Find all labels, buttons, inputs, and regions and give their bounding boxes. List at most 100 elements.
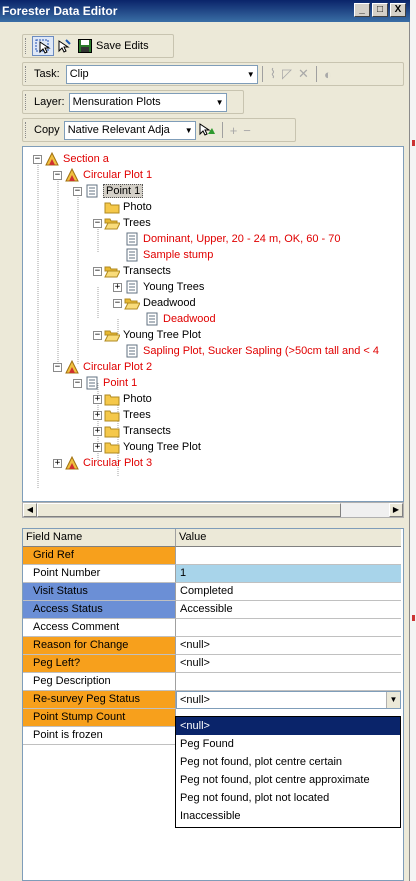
minimize-button[interactable]: _ (354, 3, 370, 17)
field-name-cell[interactable]: Peg Left? (23, 655, 176, 673)
value-header[interactable]: Value (176, 529, 401, 547)
tree-node[interactable]: + Circular Plot 3 (53, 455, 152, 471)
layer-select[interactable]: Mensuration Plots ▼ (68, 92, 227, 112)
field-name-cell[interactable]: Point Stump Count (23, 709, 176, 727)
field-value-cell[interactable]: Completed (176, 583, 401, 601)
copy-select[interactable]: Native Relevant Adja ▼ (63, 120, 196, 140)
field-name-cell[interactable]: Access Comment (23, 619, 176, 637)
tree-node[interactable]: Dominant, Upper, 20 - 24 m, OK, 60 - 70 (113, 231, 340, 247)
tree-node[interactable]: − Deadwood (113, 295, 196, 311)
tree-horizontal-scrollbar[interactable]: ◀ ▶ (22, 502, 404, 518)
tree-node[interactable]: Deadwood (133, 311, 216, 327)
collapse-icon[interactable]: − (93, 218, 102, 228)
open-folder-icon (104, 216, 120, 230)
tree-node[interactable]: − Circular Plot 1 (53, 167, 152, 183)
expand-icon[interactable]: + (93, 426, 102, 436)
toolbar-grip[interactable] (25, 38, 29, 54)
document-icon (144, 312, 160, 326)
field-value-cell[interactable] (176, 547, 401, 565)
toolbar-grip[interactable] (25, 122, 29, 138)
tree-node[interactable]: − Section a (33, 151, 109, 167)
collapse-icon[interactable]: − (93, 266, 102, 276)
tree-node[interactable]: − Trees (93, 215, 151, 231)
tree-node-label: Young Tree Plot (123, 329, 201, 341)
scroll-left-icon[interactable]: ◀ (23, 503, 37, 517)
field-name-header[interactable]: Field Name (23, 529, 176, 547)
field-value-cell[interactable]: 1 (176, 565, 401, 583)
tree-node[interactable]: − Circular Plot 2 (53, 359, 152, 375)
task-select[interactable]: Clip ▼ (65, 64, 258, 84)
tree-node[interactable]: + Young Trees (113, 279, 204, 295)
field-value-cell[interactable]: Accessible (176, 601, 401, 619)
toolbar-grip[interactable] (25, 66, 29, 82)
field-name-cell[interactable]: Peg Description (23, 673, 176, 691)
collapse-icon[interactable]: − (73, 186, 82, 196)
tree-node-label: Transects (123, 265, 171, 277)
expand-icon[interactable]: + (93, 442, 102, 452)
expand-icon[interactable]: + (93, 394, 102, 404)
save-edits-button[interactable]: Save Edits (74, 36, 153, 56)
field-name-cell[interactable]: Point is frozen (23, 727, 176, 745)
toolbar-grip[interactable] (25, 94, 29, 110)
collapse-icon[interactable]: − (113, 298, 122, 308)
close-button[interactable]: X (390, 3, 406, 17)
attributes-icon[interactable]: ◐ (321, 67, 335, 82)
field-value-cell[interactable] (176, 619, 401, 637)
tree-node[interactable]: Photo (93, 199, 152, 215)
cut-polygon-icon[interactable]: ◸ (279, 66, 295, 82)
tree-node[interactable]: − Transects (93, 263, 171, 279)
field-value-cell[interactable] (176, 673, 401, 691)
sketch-tool-button[interactable] (54, 36, 74, 56)
scroll-right-icon[interactable]: ▶ (389, 503, 403, 517)
tree-node[interactable]: − Point 1 (73, 183, 144, 199)
tree-node-label: Photo (123, 393, 152, 405)
scroll-thumb[interactable] (37, 503, 341, 517)
delete-icon[interactable]: ✕ (295, 66, 312, 82)
tree-node-label: Sample stump (143, 249, 214, 261)
dropdown-option[interactable]: Peg not found, plot centre approximate (176, 771, 400, 789)
field-name-cell[interactable]: Point Number (23, 565, 176, 583)
collapse-icon[interactable]: − (73, 378, 82, 388)
dropdown-option[interactable]: Inaccessible (176, 807, 400, 825)
tree-node[interactable]: + Photo (93, 391, 152, 407)
reshape-icon[interactable]: ⌇ (267, 66, 279, 82)
field-name-cell[interactable]: Visit Status (23, 583, 176, 601)
collapse-icon[interactable]: − (53, 170, 62, 180)
collapse-icon[interactable]: − (33, 154, 42, 164)
copy-arrow-icon (199, 123, 215, 136)
dropdown-option[interactable]: Peg not found, plot centre certain (176, 753, 400, 771)
tree-node[interactable]: + Trees (93, 407, 151, 423)
field-name-cell[interactable]: Reason for Change (23, 637, 176, 655)
title-bar[interactable]: Forester Data Editor _ □ X (0, 0, 410, 22)
tree-node[interactable]: − Point 1 (73, 375, 137, 391)
expand-icon[interactable]: + (53, 458, 62, 468)
tree-node[interactable]: + Transects (93, 423, 171, 439)
dropdown-option[interactable]: Peg not found, plot not located (176, 789, 400, 807)
expand-icon[interactable]: + (93, 410, 102, 420)
toolbar-separator (315, 66, 317, 82)
add-button[interactable]: + (227, 123, 241, 138)
remove-button[interactable]: − (240, 123, 254, 138)
chevron-down-icon: ▼ (215, 97, 224, 107)
chevron-down-icon[interactable]: ▼ (386, 692, 400, 708)
copy-pointer-button[interactable] (196, 120, 218, 140)
field-value-cell[interactable]: <null> (176, 655, 401, 673)
field-name-cell[interactable]: Access Status (23, 601, 176, 619)
field-value-cell[interactable]: <null> (176, 637, 401, 655)
tree-node[interactable]: + Young Tree Plot (93, 439, 201, 455)
grid-row: Reason for Change <null> (23, 637, 403, 655)
tree-node[interactable]: Sapling Plot, Sucker Sapling (>50cm tall… (113, 343, 379, 359)
edit-tool-button[interactable] (32, 36, 54, 56)
expand-icon[interactable]: + (113, 282, 122, 292)
maximize-button[interactable]: □ (372, 3, 388, 17)
field-name-cell[interactable]: Re-survey Peg Status (23, 691, 176, 709)
field-name-cell[interactable]: Grid Ref (23, 547, 176, 565)
resurvey-peg-status-select[interactable]: <null> ▼ (176, 691, 401, 709)
collapse-icon[interactable]: − (93, 330, 102, 340)
tree-node[interactable]: − Young Tree Plot (93, 327, 201, 343)
tree-node[interactable]: Sample stump (113, 247, 213, 263)
plot-icon (64, 168, 80, 182)
collapse-icon[interactable]: − (53, 362, 62, 372)
dropdown-option[interactable]: <null> (176, 717, 400, 735)
dropdown-option[interactable]: Peg Found (176, 735, 400, 753)
